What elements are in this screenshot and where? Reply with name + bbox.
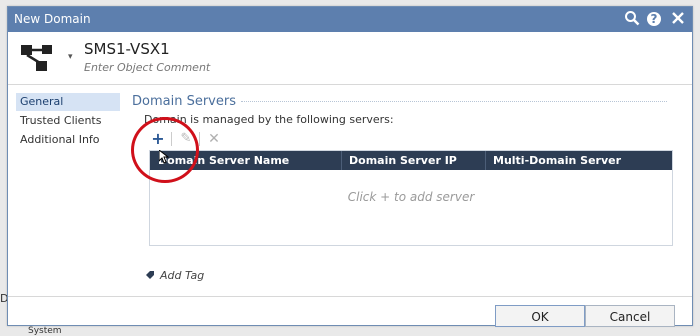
close-icon[interactable] <box>670 10 688 28</box>
dialog-titlebar: New Domain ? <box>8 7 692 32</box>
section-divider <box>241 101 667 102</box>
column-header-server-ip[interactable]: Domain Server IP <box>349 154 457 167</box>
new-domain-dialog: New Domain ? ▾ SMS1-VSX1 Enter Object Co… <box>7 6 693 327</box>
object-comment-field[interactable]: Enter Object Comment <box>84 61 210 74</box>
column-divider <box>485 151 486 170</box>
ok-button[interactable]: OK <box>495 305 585 327</box>
help-icon[interactable]: ? <box>647 12 661 26</box>
sidebar-item-trusted-clients[interactable]: Trusted Clients <box>16 112 120 130</box>
object-name[interactable]: SMS1-VSX1 <box>84 40 170 58</box>
tag-icon <box>145 270 155 280</box>
add-tag-label: Add Tag <box>160 269 205 282</box>
domain-object-icon <box>20 43 56 73</box>
dialog-title: New Domain <box>14 12 91 26</box>
mouse-cursor-icon <box>158 148 170 164</box>
column-divider <box>341 151 342 170</box>
cancel-button[interactable]: Cancel <box>585 305 675 327</box>
add-tag-link[interactable]: Add Tag <box>145 269 204 282</box>
sidebar-nav: General Trusted Clients Additional Info <box>16 93 120 150</box>
column-header-multi-domain-server[interactable]: Multi-Domain Server <box>493 154 621 167</box>
header-divider <box>8 84 692 85</box>
toolbar-separator <box>199 132 200 146</box>
object-header: ▾ SMS1-VSX1 Enter Object Comment <box>8 32 692 84</box>
search-icon[interactable] <box>624 10 642 28</box>
footer-divider <box>8 296 692 297</box>
domain-servers-table[interactable]: Domain Server Name Domain Server IP Mult… <box>149 150 673 246</box>
table-empty-message: Click + to add server <box>347 190 475 204</box>
section-title: Domain Servers <box>132 94 236 109</box>
delete-server-button[interactable]: ✕ <box>204 129 224 149</box>
sidebar-item-additional-info[interactable]: Additional Info <box>16 131 120 149</box>
chevron-down-icon[interactable]: ▾ <box>68 52 73 62</box>
sidebar-item-general[interactable]: General <box>16 93 120 111</box>
underlay-bottom-text: System <box>28 326 62 336</box>
table-header: Domain Server Name Domain Server IP Mult… <box>150 151 672 170</box>
